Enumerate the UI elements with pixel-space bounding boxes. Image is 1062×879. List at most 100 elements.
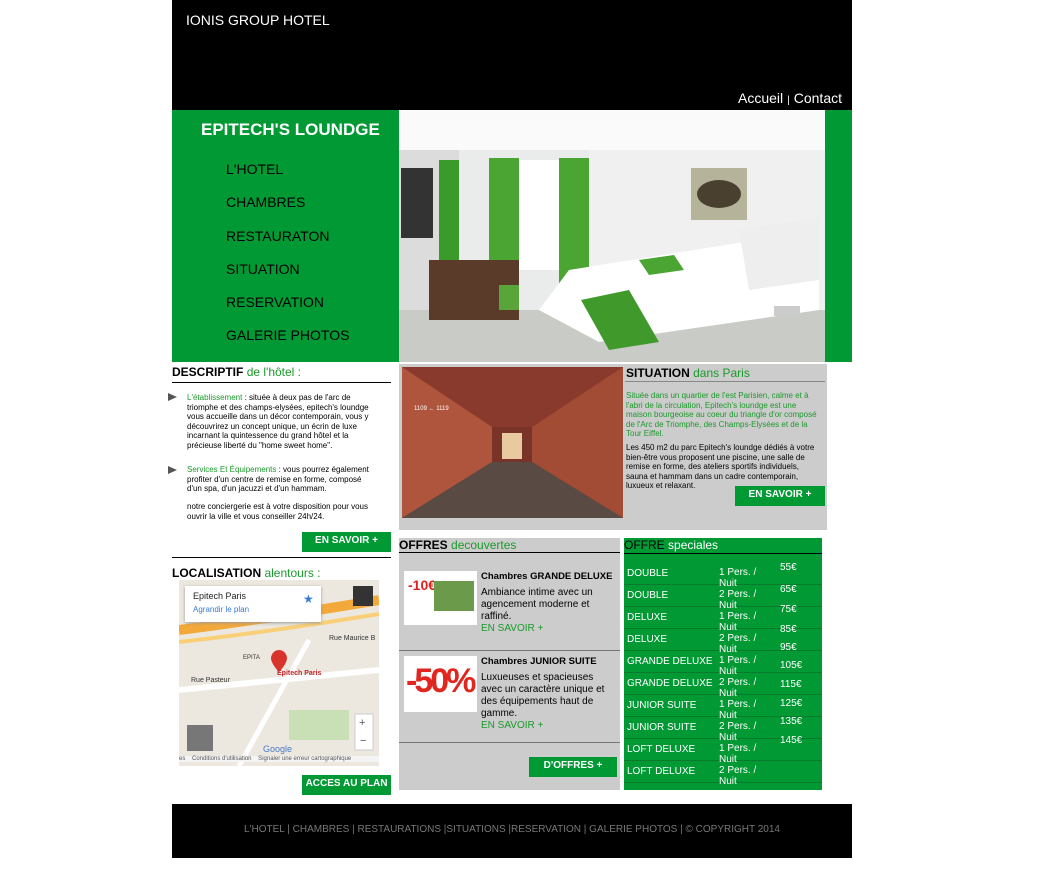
promo-image-50: -50%: [404, 656, 477, 712]
nav-contact-link[interactable]: Contact: [794, 90, 842, 106]
room-price: 55€: [780, 562, 797, 573]
offer-2-desc: Luxueuses et spacieuses avec un caractèr…: [481, 672, 605, 719]
situation-en-savoir-button[interactable]: EN SAVOIR +: [735, 486, 825, 506]
room-type: JUNIOR SUITE: [627, 722, 697, 733]
room-type: LOFT DELUXE: [627, 744, 696, 755]
svg-text:−: −: [360, 735, 366, 747]
offres-title: OFFRES: [399, 538, 448, 552]
descriptif-paragraph-2: Services Et Équipements : vous pourrez é…: [187, 465, 377, 494]
sidebar-item-chambres[interactable]: CHAMBRES: [226, 194, 305, 210]
bullet-arrow-icon: [168, 463, 178, 481]
offres-heading: OFFRES decouvertes: [399, 538, 516, 552]
situation-title: SITUATION: [626, 366, 690, 380]
room-type: GRANDE DELUXE: [627, 656, 713, 667]
footer-links[interactable]: L'HOTEL | CHAMBRES | RESTAURATIONS |SITU…: [172, 824, 852, 835]
room-price: 105€: [780, 660, 803, 671]
sidebar-item-situation[interactable]: SITUATION: [226, 261, 300, 277]
room-type: JUNIOR SUITE: [627, 700, 697, 711]
sidebar-item-restauration[interactable]: RESTAURATON: [226, 228, 329, 244]
bullet-arrow-icon: [168, 390, 178, 408]
corridor-room-numbers: 1109 ← 1119: [414, 406, 449, 412]
map-info-card: Epitech Paris Agrandir le plan ★: [185, 586, 321, 622]
descriptif-p2-lead: Services Et Équipements: [187, 465, 277, 474]
hotel-room-illustration: [399, 110, 825, 362]
offres-panel: OFFRES decouvertes -10€ Chambres GRANDE …: [399, 538, 620, 790]
speciales-row: LOFT DELUXE 2 Pers. / Nuit: [624, 760, 822, 787]
room-price: 95€: [780, 642, 797, 653]
descriptif-heading: DESCRIPTIF de l'hôtel :: [172, 365, 301, 379]
map-street-label: Rue Maurice B: [329, 635, 376, 642]
hero-room-image: [399, 110, 825, 362]
descriptif-paragraph-3: notre conciergerie est à votre dispositi…: [187, 502, 368, 521]
more-offers-button[interactable]: D'OFFRES +: [529, 757, 617, 777]
room-price: 135€: [780, 716, 803, 727]
nav-separator: |: [787, 95, 790, 106]
offer-1-title: Chambres GRANDE DELUXE: [481, 571, 613, 582]
descriptif-title: DESCRIPTIF: [172, 365, 244, 379]
room-type: GRANDE DELUXE: [627, 678, 713, 689]
promo-label: -10€: [408, 577, 437, 593]
situation-paragraph-1: Située dans un quartier de l'est Parisie…: [626, 391, 817, 438]
map-pegman-icon[interactable]: [353, 586, 373, 606]
descriptif-title-accent: de l'hôtel :: [246, 365, 302, 379]
descriptif-p1-lead: L'établissement: [187, 393, 243, 402]
speciales-title-accent: speciales: [668, 538, 719, 552]
map-enlarge-link[interactable]: Agrandir le plan: [193, 605, 249, 614]
offres-bottom-divider: [399, 742, 620, 743]
sidebar-item-galerie[interactable]: GALERIE PHOTOS: [226, 327, 349, 343]
sidebar-menu: EPITECH'S LOUNDGE L'HOTEL CHAMBRES RESTA…: [172, 110, 399, 362]
promo-image-10: -10€: [404, 571, 477, 625]
room-type: DELUXE: [627, 612, 668, 623]
room-price: 75€: [780, 604, 797, 615]
map-street-label: EPITA: [243, 655, 260, 661]
situation-divider: [625, 381, 825, 382]
map-footer: es Conditions d'utilisation Signaler une…: [179, 756, 379, 762]
offer-1-desc: Ambiance intime avec un agencement moder…: [481, 587, 593, 622]
localisation-title: LOCALISATION: [172, 566, 262, 580]
situation-heading: SITUATION dans Paris: [626, 366, 750, 380]
localisation-heading: LOCALISATION alentours :: [172, 566, 321, 580]
acces-au-plan-button[interactable]: ACCES AU PLAN: [302, 775, 391, 795]
room-type: DOUBLE: [627, 590, 669, 601]
nav-home-link[interactable]: Accueil: [738, 90, 783, 106]
svg-text:+: +: [359, 717, 365, 729]
speciales-heading: OFFRE speciales: [624, 538, 718, 552]
promo-room-thumbnail: [434, 581, 474, 611]
google-logo: Google: [263, 744, 292, 754]
sidebar-item-reservation[interactable]: RESERVATION: [226, 294, 324, 310]
offer-1-link[interactable]: EN SAVOIR +: [481, 623, 543, 634]
map-marker-label: Epitech Paris: [277, 670, 321, 677]
speciales-divider: [624, 553, 822, 554]
google-map[interactable]: + − Epitech Paris Rue Pasteur Rue Mauric…: [179, 580, 379, 766]
descriptif-en-savoir-button[interactable]: EN SAVOIR +: [302, 532, 391, 552]
star-icon[interactable]: ★: [303, 592, 314, 606]
corridor-illustration: 1109 ← 1119: [402, 367, 623, 518]
descriptif-bottom-divider: [172, 557, 391, 558]
footer-bar: L'HOTEL | CHAMBRES | RESTAURATIONS |SITU…: [172, 804, 852, 858]
offres-row-divider: [399, 650, 620, 651]
offer-2-link[interactable]: EN SAVOIR +: [481, 720, 543, 731]
situation-panel: 1109 ← 1119 SITUATION dans Paris Située …: [399, 364, 827, 530]
hero-green-strip: [825, 110, 852, 362]
sidebar-item-hotel[interactable]: L'HOTEL: [226, 161, 283, 177]
corridor-photo: 1109 ← 1119: [402, 367, 623, 518]
room-type: DELUXE: [627, 634, 668, 645]
offer-2-title: Chambres JUNIOR SUITE: [481, 656, 597, 667]
room-price: 145€: [780, 735, 803, 746]
room-price: 125€: [780, 698, 803, 709]
room-price: 85€: [780, 624, 797, 635]
offres-divider: [399, 552, 620, 553]
header-bar: IONIS GROUP HOTEL Accueil | Contact: [172, 0, 852, 110]
room-price: 115€: [780, 679, 802, 690]
promo-label: -50%: [406, 662, 476, 700]
offres-title-accent: decouvertes: [451, 538, 517, 552]
descriptif-paragraph-1: L'établissement : située à deux pas de l…: [187, 393, 377, 450]
speciales-panel: OFFRE speciales DOUBLE 1 Pers. / Nuit 55€ D…: [624, 538, 822, 790]
map-place-name: Epitech Paris: [193, 591, 247, 601]
room-occupancy: 2 Pers. / Nuit: [719, 765, 757, 787]
situation-paragraph-2: Les 450 m2 du parc Epitech's loundge déd…: [626, 443, 815, 490]
map-street-label: Rue Pasteur: [191, 677, 231, 684]
site-title: IONIS GROUP HOTEL: [186, 12, 330, 28]
room-type: DOUBLE: [627, 568, 669, 579]
top-nav: Accueil | Contact: [738, 90, 842, 106]
